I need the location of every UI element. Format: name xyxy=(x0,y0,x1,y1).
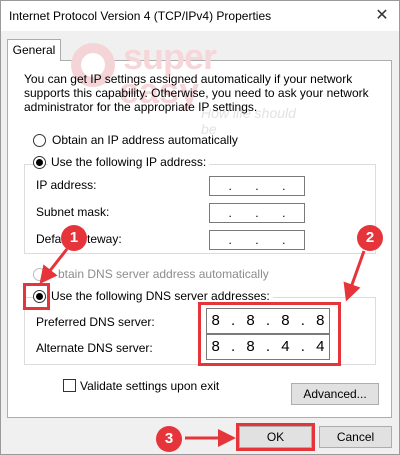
title-bar: Internet Protocol Version 4 (TCP/IPv4) P… xyxy=(1,1,399,31)
highlight-ok-button xyxy=(236,423,315,451)
use-dns-manual-label[interactable]: Use the following DNS server addresses: xyxy=(48,289,273,303)
subnet-mask-input[interactable]: . . . xyxy=(209,203,305,223)
preferred-dns-label: Preferred DNS server: xyxy=(36,315,155,329)
step-3-badge: 3 xyxy=(156,426,182,452)
highlight-dns-radio xyxy=(23,283,50,310)
default-gateway-input[interactable]: . . . xyxy=(209,230,305,250)
close-icon[interactable]: ✕ xyxy=(371,5,393,27)
subnet-mask-label: Subnet mask: xyxy=(36,205,110,219)
obtain-dns-auto-label[interactable]: btain DNS server address automatically xyxy=(58,267,269,281)
advanced-button[interactable]: Advanced... xyxy=(291,383,379,405)
highlight-dns-fields xyxy=(198,302,341,366)
validate-settings-checkbox[interactable] xyxy=(63,379,76,392)
obtain-dns-auto-radio[interactable] xyxy=(33,268,46,281)
obtain-ip-auto-label[interactable]: Obtain an IP address automatically xyxy=(52,133,238,147)
alternate-dns-label: Alternate DNS server: xyxy=(36,341,153,355)
ip-address-label: IP address: xyxy=(36,178,97,192)
use-ip-manual-label[interactable]: Use the following IP address: xyxy=(48,155,210,169)
default-gateway-label-end: teway: xyxy=(87,232,122,246)
cancel-button[interactable]: Cancel xyxy=(319,426,392,448)
tab-general[interactable]: General xyxy=(7,39,61,61)
ip-address-input[interactable]: . . . xyxy=(209,176,305,196)
validate-settings-label[interactable]: Validate settings upon exit xyxy=(80,379,219,393)
intro-text: You can get IP settings assigned automat… xyxy=(24,72,369,114)
use-ip-manual-radio[interactable] xyxy=(33,156,46,169)
step-2-badge: 2 xyxy=(357,225,383,251)
obtain-ip-auto-radio[interactable] xyxy=(33,134,46,147)
step-1-badge: 1 xyxy=(61,225,87,251)
properties-dialog: Internet Protocol Version 4 (TCP/IPv4) P… xyxy=(0,0,400,455)
window-title: Internet Protocol Version 4 (TCP/IPv4) P… xyxy=(9,9,272,23)
